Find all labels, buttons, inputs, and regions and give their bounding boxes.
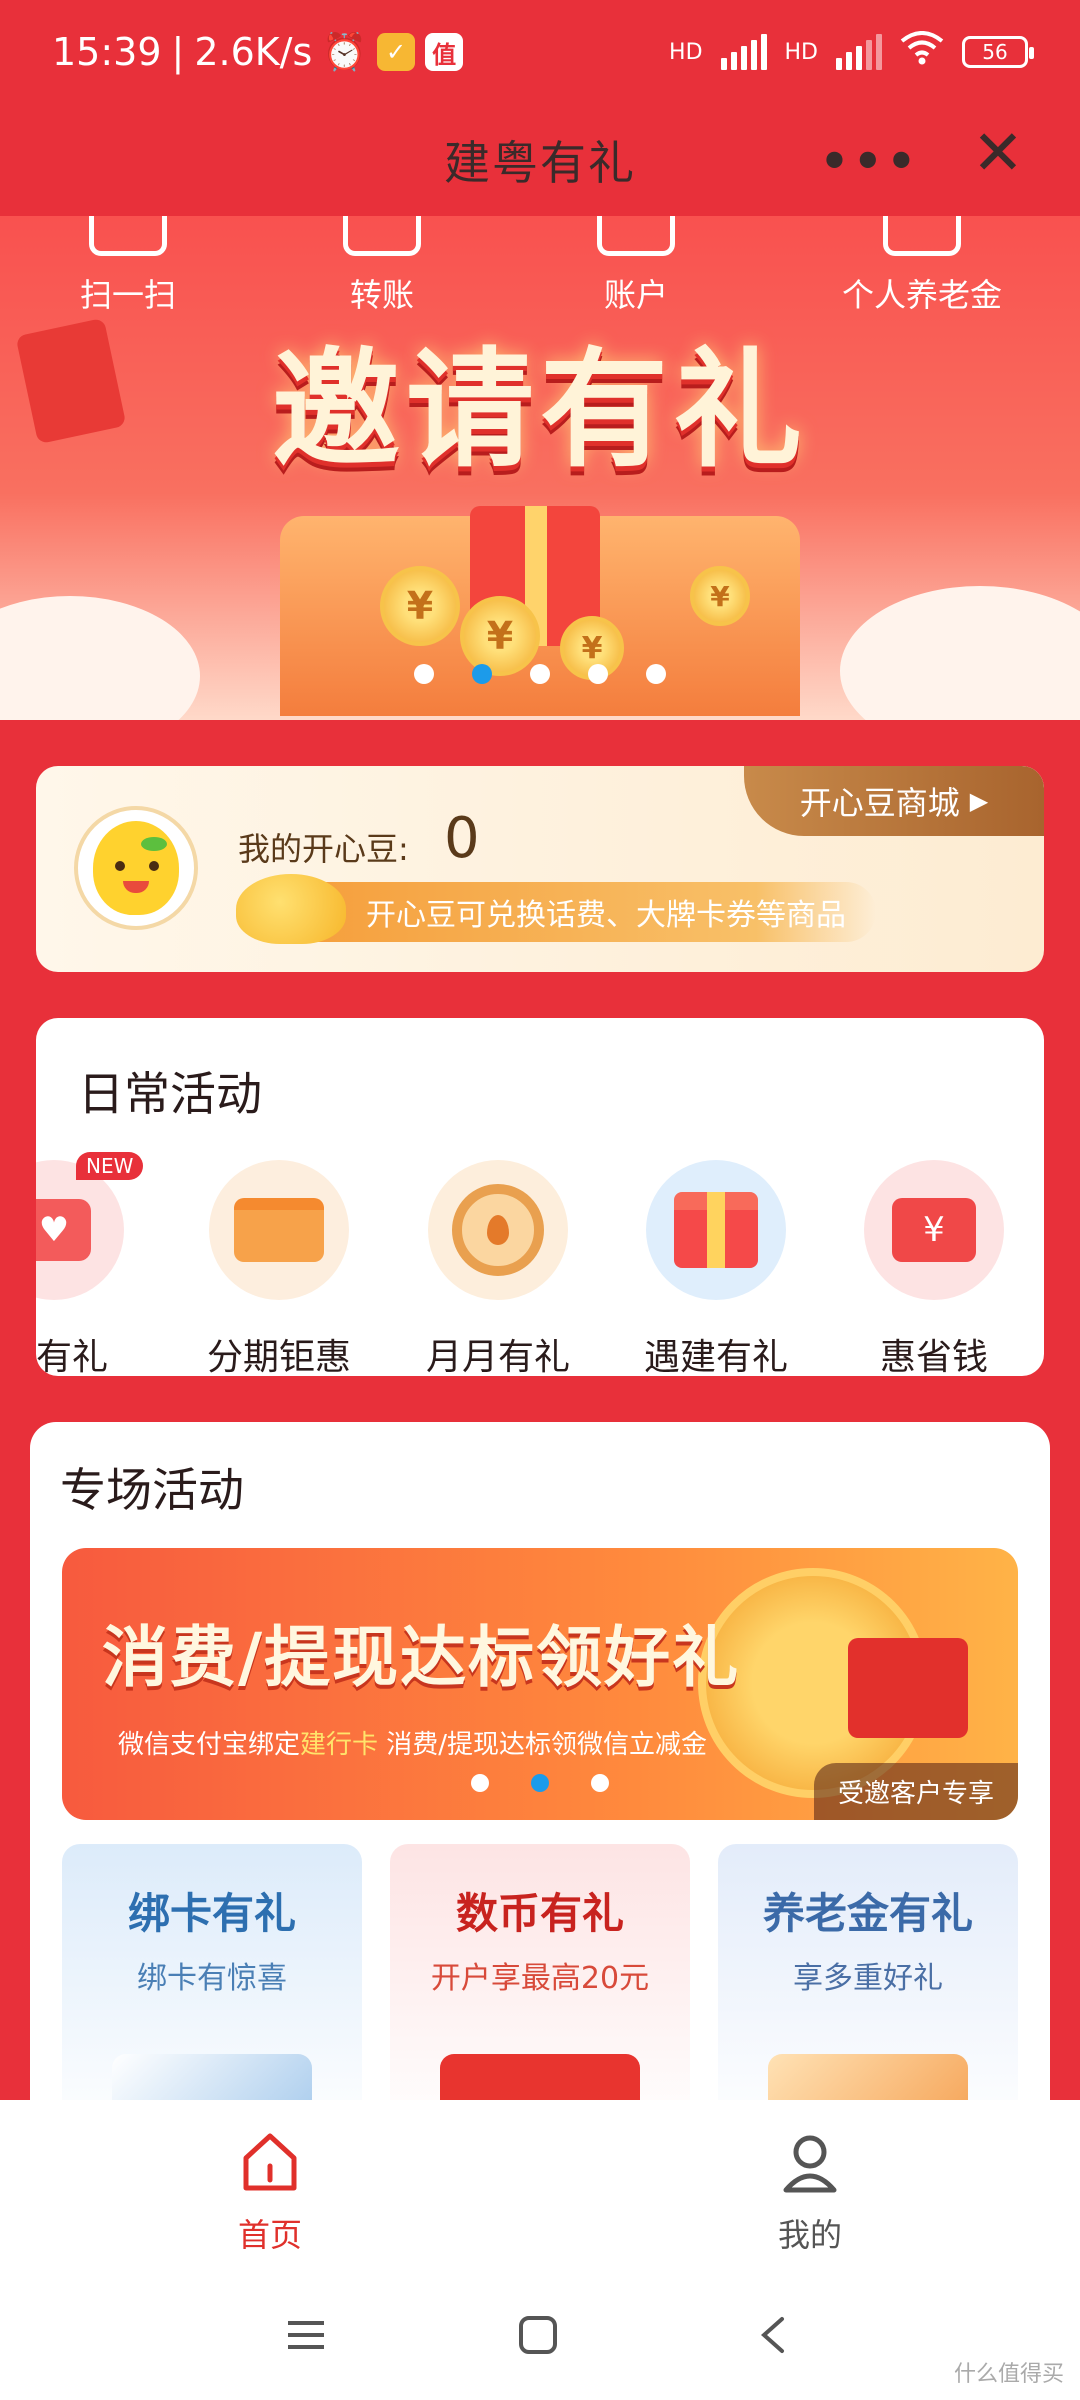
red-envelope-icon [848,1638,968,1738]
daily-item-installment[interactable]: 分期钜惠 [189,1160,369,1376]
daily-activities-card: 日常活动 ♥ NEW 请有礼 分期钜惠 月月有礼 [36,1018,1044,1376]
wifi-icon [900,30,944,74]
pagination-dot[interactable] [472,664,492,684]
signal-hd-label-1: HD [669,39,703,65]
shortcut-pension[interactable]: 个人养老金 [822,216,1022,316]
daily-activities-title: 日常活动 [78,1067,262,1121]
special-activities-card: 专场活动 消费/提现达标领好礼 微信支付宝绑定建行卡 消费/提现达标领微信立减金… [30,1422,1050,2142]
tile-pension[interactable]: 养老金有礼 享多重好礼 [718,1844,1018,2142]
pension-icon [883,216,961,256]
beans-count: 0 [444,806,480,871]
pagination-dot[interactable] [471,1774,489,1792]
beans-pile-icon [236,874,346,944]
card-icon [234,1198,324,1262]
signal-strength-icon-1 [720,34,767,70]
smzdm-notification-icon: 值 [425,33,464,71]
promo-title: 消费/提现达标领好礼 [102,1619,741,1696]
coupon-icon: ¥ [892,1198,976,1262]
pagination-dot[interactable] [414,664,434,684]
bean-mall-link[interactable]: 开心豆商城 ▶ [744,766,1044,836]
coin-icon: ¥ [690,566,750,626]
pagination-dot[interactable] [530,664,550,684]
shortcut-transfer[interactable]: 转账 [282,216,482,316]
signal-hd-label-2: HD [784,39,818,65]
nav-home-label: 首页 [237,2216,302,2254]
nav-mine[interactable]: 我的 [710,2130,910,2256]
coin-icon: ¥ [380,566,460,646]
more-options-button[interactable]: ••• [820,134,920,188]
nav-mine-label: 我的 [777,2216,842,2254]
beans-tip: 开心豆可兑换话费、大牌卡券等商品 [276,882,876,942]
pagination-dot[interactable] [531,1774,549,1792]
transfer-icon [343,216,421,256]
back-icon[interactable] [754,2310,794,2360]
happy-beans-card[interactable]: 我的开心豆: 0 开心豆商城 ▶ 开心豆可兑换话费、大牌卡券等商品 [36,766,1044,972]
new-badge: NEW [76,1152,144,1180]
daily-item-invite[interactable]: ♥ NEW 请有礼 [36,1152,144,1376]
invited-customer-tag: 受邀客户专享 [813,1763,1018,1820]
promo-subtitle: 微信支付宝绑定建行卡 消费/提现达标领微信立减金 [118,1730,708,1760]
pagination-dot[interactable] [646,664,666,684]
watermark: 什么值得买 [953,2362,1064,2387]
special-activities-title: 专场活动 [60,1463,244,1517]
daily-item-save-money[interactable]: ¥ 惠省钱 [844,1160,1024,1376]
gift-icon [674,1192,758,1268]
heart-envelope-icon: ♥ [36,1199,91,1261]
shortcut-scan[interactable]: 扫一扫 [28,216,228,316]
shortcut-account[interactable]: 账户 [536,216,736,316]
alarm-icon: ⏰ [322,32,368,73]
home-icon [243,2133,297,2191]
pagination-dot[interactable] [591,1774,609,1792]
battery-icon: 56 [962,36,1034,68]
beans-label: 我的开心豆: [238,830,409,868]
page-title: 建粤有礼 [444,136,636,190]
status-time: 15:39 [52,30,162,74]
daily-item-meet-ccb[interactable]: 遇建有礼 [626,1160,806,1376]
close-button[interactable]: ✕ [972,122,1024,184]
home-square-icon[interactable] [518,2310,558,2360]
wallet-icon [597,216,675,256]
activity-tiles: 绑卡有礼 绑卡有惊喜 数币有礼 开户享最高20元 养老金有礼 享多重好礼 [62,1844,1018,2142]
user-icon [783,2135,837,2193]
invite-banner[interactable]: 扫一扫 转账 账户 个人养老金 邀请有礼 ¥ ¥ ¥ ¥ [0,216,1080,720]
nav-home[interactable]: 首页 [170,2130,370,2256]
mango-mascot-avatar [74,806,198,930]
banner-headline: 邀请有礼 [271,335,808,485]
wheel-icon [452,1184,544,1276]
banner-pagination [0,664,1080,684]
daily-activities-list: ♥ NEW 请有礼 分期钜惠 月月有礼 遇建有礼 [36,1152,1044,1376]
scan-icon [89,216,167,256]
daily-item-monthly[interactable]: 月月有礼 [408,1160,588,1376]
menu-icon[interactable] [286,2310,326,2360]
title-bar: 建粤有礼 ••• ✕ [0,104,1080,216]
pagination-dot[interactable] [588,664,608,684]
signal-strength-icon-2 [836,34,882,70]
chevron-right-icon: ▶ [969,787,989,815]
app-notification-icon: ✓ [377,33,416,71]
status-bar: 15:39 | 2.6K/s ⏰ ✓ 值 HD HD 56 [0,0,1080,104]
promo-banner[interactable]: 消费/提现达标领好礼 微信支付宝绑定建行卡 消费/提现达标领微信立减金 受邀客户… [62,1548,1018,1820]
system-navigation-bar: 什么值得买 [0,2270,1080,2400]
tile-bind-card[interactable]: 绑卡有礼 绑卡有惊喜 [62,1844,362,2142]
network-speed: 2.6K/s [194,30,313,74]
tile-digital-currency[interactable]: 数币有礼 开户享最高20元 [390,1844,690,2142]
bottom-navigation: 首页 我的 [0,2100,1080,2270]
